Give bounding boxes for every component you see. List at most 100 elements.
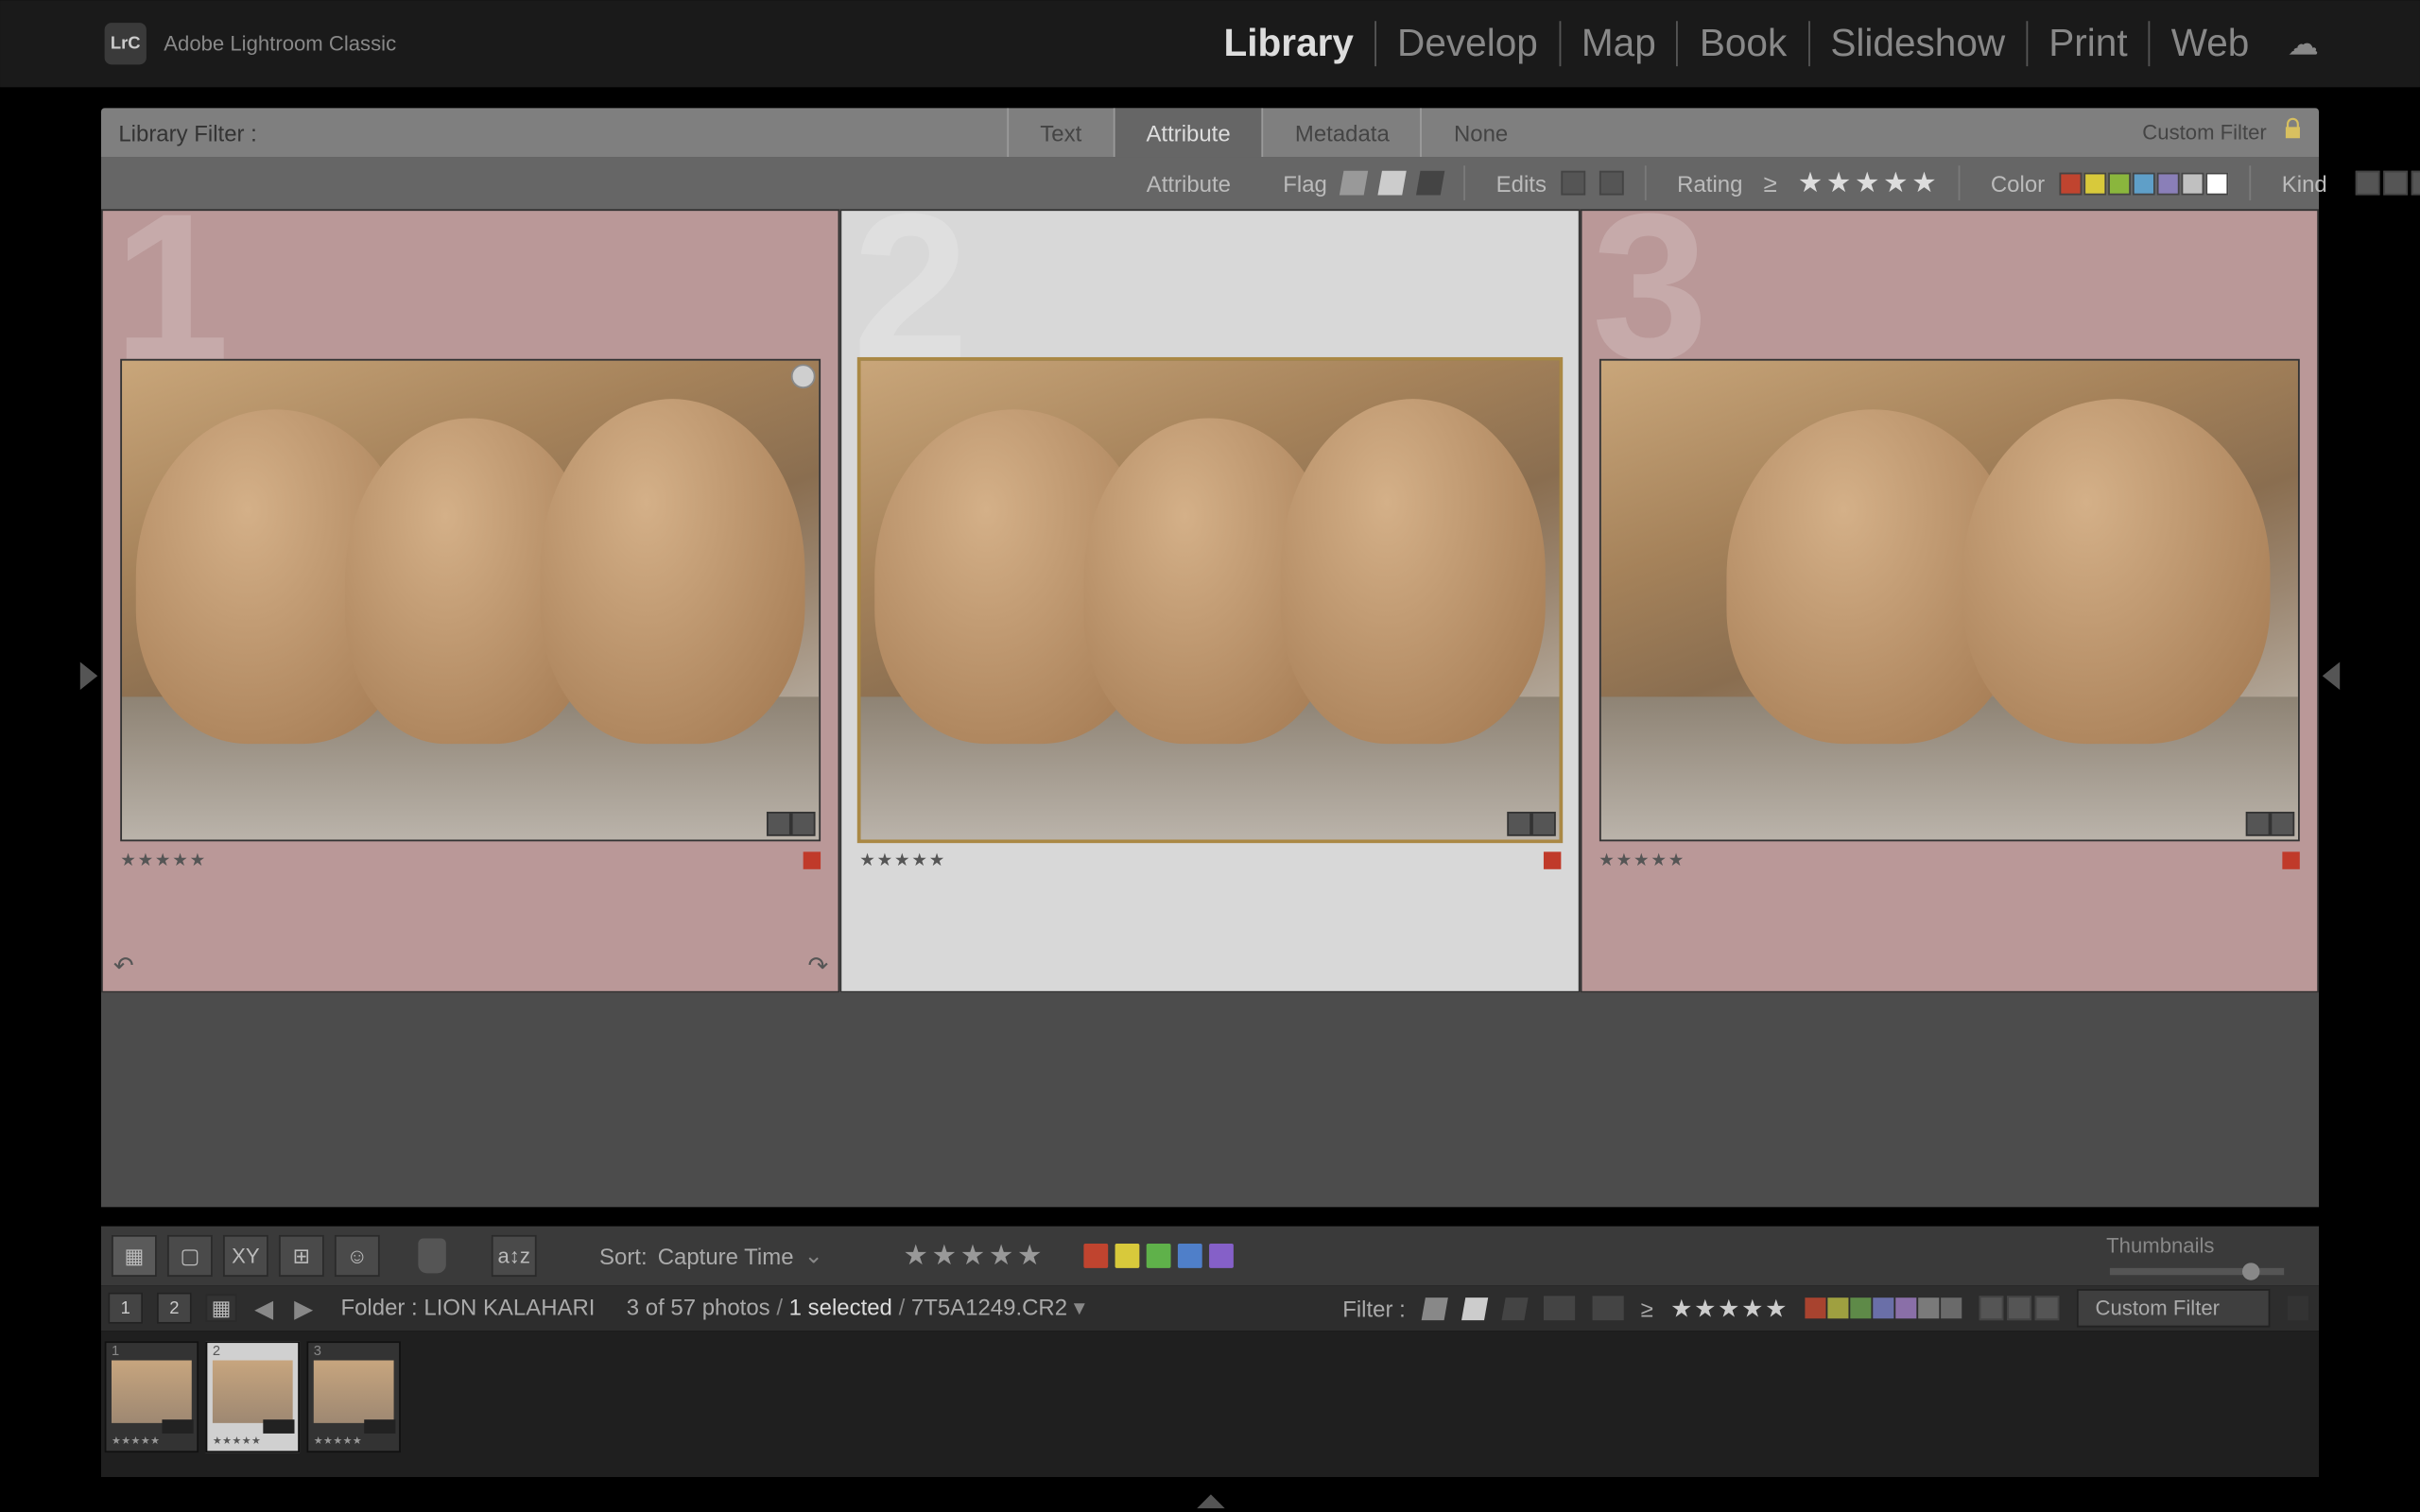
star-icon[interactable]: ★: [1694, 1294, 1716, 1323]
fs-kind-virtual-icon[interactable]: [2007, 1296, 2031, 1320]
swatch-gray[interactable]: [1918, 1297, 1939, 1318]
thumbnail-badges[interactable]: [768, 812, 817, 836]
thumbnail-size-slider[interactable]: [2110, 1268, 2284, 1275]
star-icon[interactable]: ★: [989, 1239, 1013, 1274]
star-icon[interactable]: ★: [903, 1239, 927, 1274]
swatch-red[interactable]: [1084, 1244, 1109, 1268]
star-icon[interactable]: ★: [1883, 165, 1908, 200]
star-icon[interactable]: ★: [932, 1239, 957, 1274]
rating-stars[interactable]: ★ ★ ★ ★ ★: [1798, 165, 1937, 200]
swatch-green[interactable]: [1147, 1244, 1171, 1268]
nav-forward-icon[interactable]: ▶: [290, 1294, 316, 1323]
panel-collapse-bottom[interactable]: [1196, 1494, 1223, 1508]
cloud-sync-icon[interactable]: ☁: [2270, 26, 2319, 62]
grid-mini-button[interactable]: ▦: [206, 1294, 237, 1321]
flag-rejected-icon[interactable]: [1415, 171, 1443, 196]
loupe-view-button[interactable]: ▢: [167, 1235, 213, 1277]
cell-color-label[interactable]: [804, 851, 821, 868]
swatch-red[interactable]: [1805, 1297, 1825, 1318]
fs-kind-master-icon[interactable]: [1979, 1296, 2003, 1320]
module-develop[interactable]: Develop: [1376, 21, 1561, 66]
thumbnail[interactable]: [1599, 359, 2299, 842]
toolbar-rating[interactable]: ★★★★★: [903, 1239, 1042, 1274]
star-icon[interactable]: ★: [1017, 1239, 1042, 1274]
kind-video-icon[interactable]: [2411, 171, 2420, 196]
grid-view[interactable]: 1 ★★★★★ ↶ ↷ 2 ★★★★★: [101, 209, 2319, 1207]
swatch-gray[interactable]: [2181, 172, 2204, 195]
filter-tab-text[interactable]: Text: [1007, 108, 1113, 157]
swatch-blue[interactable]: [1178, 1244, 1202, 1268]
filmstrip[interactable]: 1 ★★★★★ 2 ★★★★★ 3 ★★★★★: [101, 1331, 2319, 1477]
swatch-purple[interactable]: [1209, 1244, 1234, 1268]
rotate-right-icon[interactable]: ↷: [807, 951, 828, 980]
rating-operator[interactable]: ≥: [1756, 169, 1784, 197]
swatch-yellow[interactable]: [1827, 1297, 1848, 1318]
fs-flag-unflagged-icon[interactable]: [1461, 1297, 1487, 1319]
compare-view-button[interactable]: XY: [223, 1235, 268, 1277]
thumbnail-badges[interactable]: [1507, 812, 1556, 836]
fs-edits-unedited-icon[interactable]: [1592, 1296, 1623, 1320]
filmstrip-thumb[interactable]: 1 ★★★★★: [105, 1341, 199, 1452]
swatch-blue[interactable]: [1873, 1297, 1893, 1318]
cell-rating[interactable]: ★★★★★: [120, 851, 207, 870]
star-icon[interactable]: ★: [960, 1239, 985, 1274]
filter-tab-metadata[interactable]: Metadata: [1262, 108, 1421, 157]
star-icon[interactable]: ★: [1670, 1294, 1692, 1323]
monitor-1-button[interactable]: 1: [108, 1293, 143, 1324]
filter-tab-attribute[interactable]: Attribute: [1113, 108, 1261, 157]
grid-cell[interactable]: 2 ★★★★★: [840, 209, 1580, 992]
swatch-green[interactable]: [2107, 172, 2130, 195]
star-icon[interactable]: ★: [1855, 165, 1879, 200]
kind-virtual-icon[interactable]: [2383, 171, 2408, 196]
breadcrumb[interactable]: Folder : LION KALAHARI 3 of 57 photos / …: [340, 1294, 1084, 1321]
left-panel-toggle[interactable]: [80, 662, 97, 689]
painter-tool-icon[interactable]: [418, 1239, 445, 1274]
filter-lock-icon[interactable]: [2281, 117, 2306, 142]
star-icon[interactable]: ★: [1765, 1294, 1787, 1323]
star-icon[interactable]: ★: [1798, 165, 1823, 200]
star-icon[interactable]: ★: [1741, 1294, 1763, 1323]
kind-master-icon[interactable]: [2355, 171, 2379, 196]
fs-rating-operator[interactable]: ≥: [1641, 1295, 1653, 1321]
filmstrip-thumb[interactable]: 2 ★★★★★: [206, 1341, 301, 1452]
star-icon[interactable]: ★: [1911, 165, 1936, 200]
edits-edited-icon[interactable]: [1561, 171, 1585, 196]
thumbnail[interactable]: [859, 359, 1560, 842]
fs-flag-rejected-icon[interactable]: [1501, 1297, 1528, 1319]
filmstrip-thumb[interactable]: 3 ★★★★★: [306, 1341, 401, 1452]
nav-back-icon[interactable]: ◀: [251, 1294, 276, 1323]
fs-edits-edited-icon[interactable]: [1543, 1296, 1574, 1320]
monitor-2-button[interactable]: 2: [157, 1293, 192, 1324]
flag-picked-icon[interactable]: [1339, 171, 1367, 196]
thumbnail[interactable]: [120, 359, 821, 842]
module-map[interactable]: Map: [1561, 21, 1679, 66]
fs-rating-stars[interactable]: ★★★★★: [1670, 1294, 1787, 1323]
swatch-dark[interactable]: [1941, 1297, 1962, 1318]
swatch-purple[interactable]: [1895, 1297, 1916, 1318]
star-icon[interactable]: ★: [1718, 1294, 1739, 1323]
grid-cell[interactable]: 1 ★★★★★ ↶ ↷: [101, 209, 840, 992]
fs-kind-video-icon[interactable]: [2034, 1296, 2059, 1320]
module-print[interactable]: Print: [2028, 21, 2150, 66]
module-slideshow[interactable]: Slideshow: [1809, 21, 2028, 66]
cell-rating[interactable]: ★★★★★: [859, 851, 946, 870]
fs-filter-switch-icon[interactable]: [2288, 1296, 2308, 1320]
people-view-button[interactable]: ☺: [335, 1235, 380, 1277]
star-icon[interactable]: ★: [1826, 165, 1851, 200]
module-web[interactable]: Web: [2151, 21, 2271, 66]
swatch-blue[interactable]: [2132, 172, 2154, 195]
fs-flag-picked-icon[interactable]: [1421, 1297, 1447, 1319]
flag-unflagged-icon[interactable]: [1377, 171, 1406, 196]
grid-view-button[interactable]: ▦: [112, 1235, 157, 1277]
module-book[interactable]: Book: [1679, 21, 1810, 66]
swatch-yellow[interactable]: [2083, 172, 2106, 195]
cell-color-label[interactable]: [2282, 851, 2299, 868]
module-library[interactable]: Library: [1202, 21, 1376, 66]
rotate-left-icon[interactable]: ↶: [113, 951, 134, 980]
sort-value[interactable]: Capture Time: [658, 1243, 794, 1269]
fs-custom-filter-dropdown[interactable]: Custom Filter: [2076, 1289, 2270, 1328]
sort-direction-button[interactable]: a↕z: [492, 1235, 537, 1277]
swatch-none[interactable]: [2205, 172, 2228, 195]
survey-view-button[interactable]: ⊞: [279, 1235, 324, 1277]
swatch-red[interactable]: [2059, 172, 2082, 195]
